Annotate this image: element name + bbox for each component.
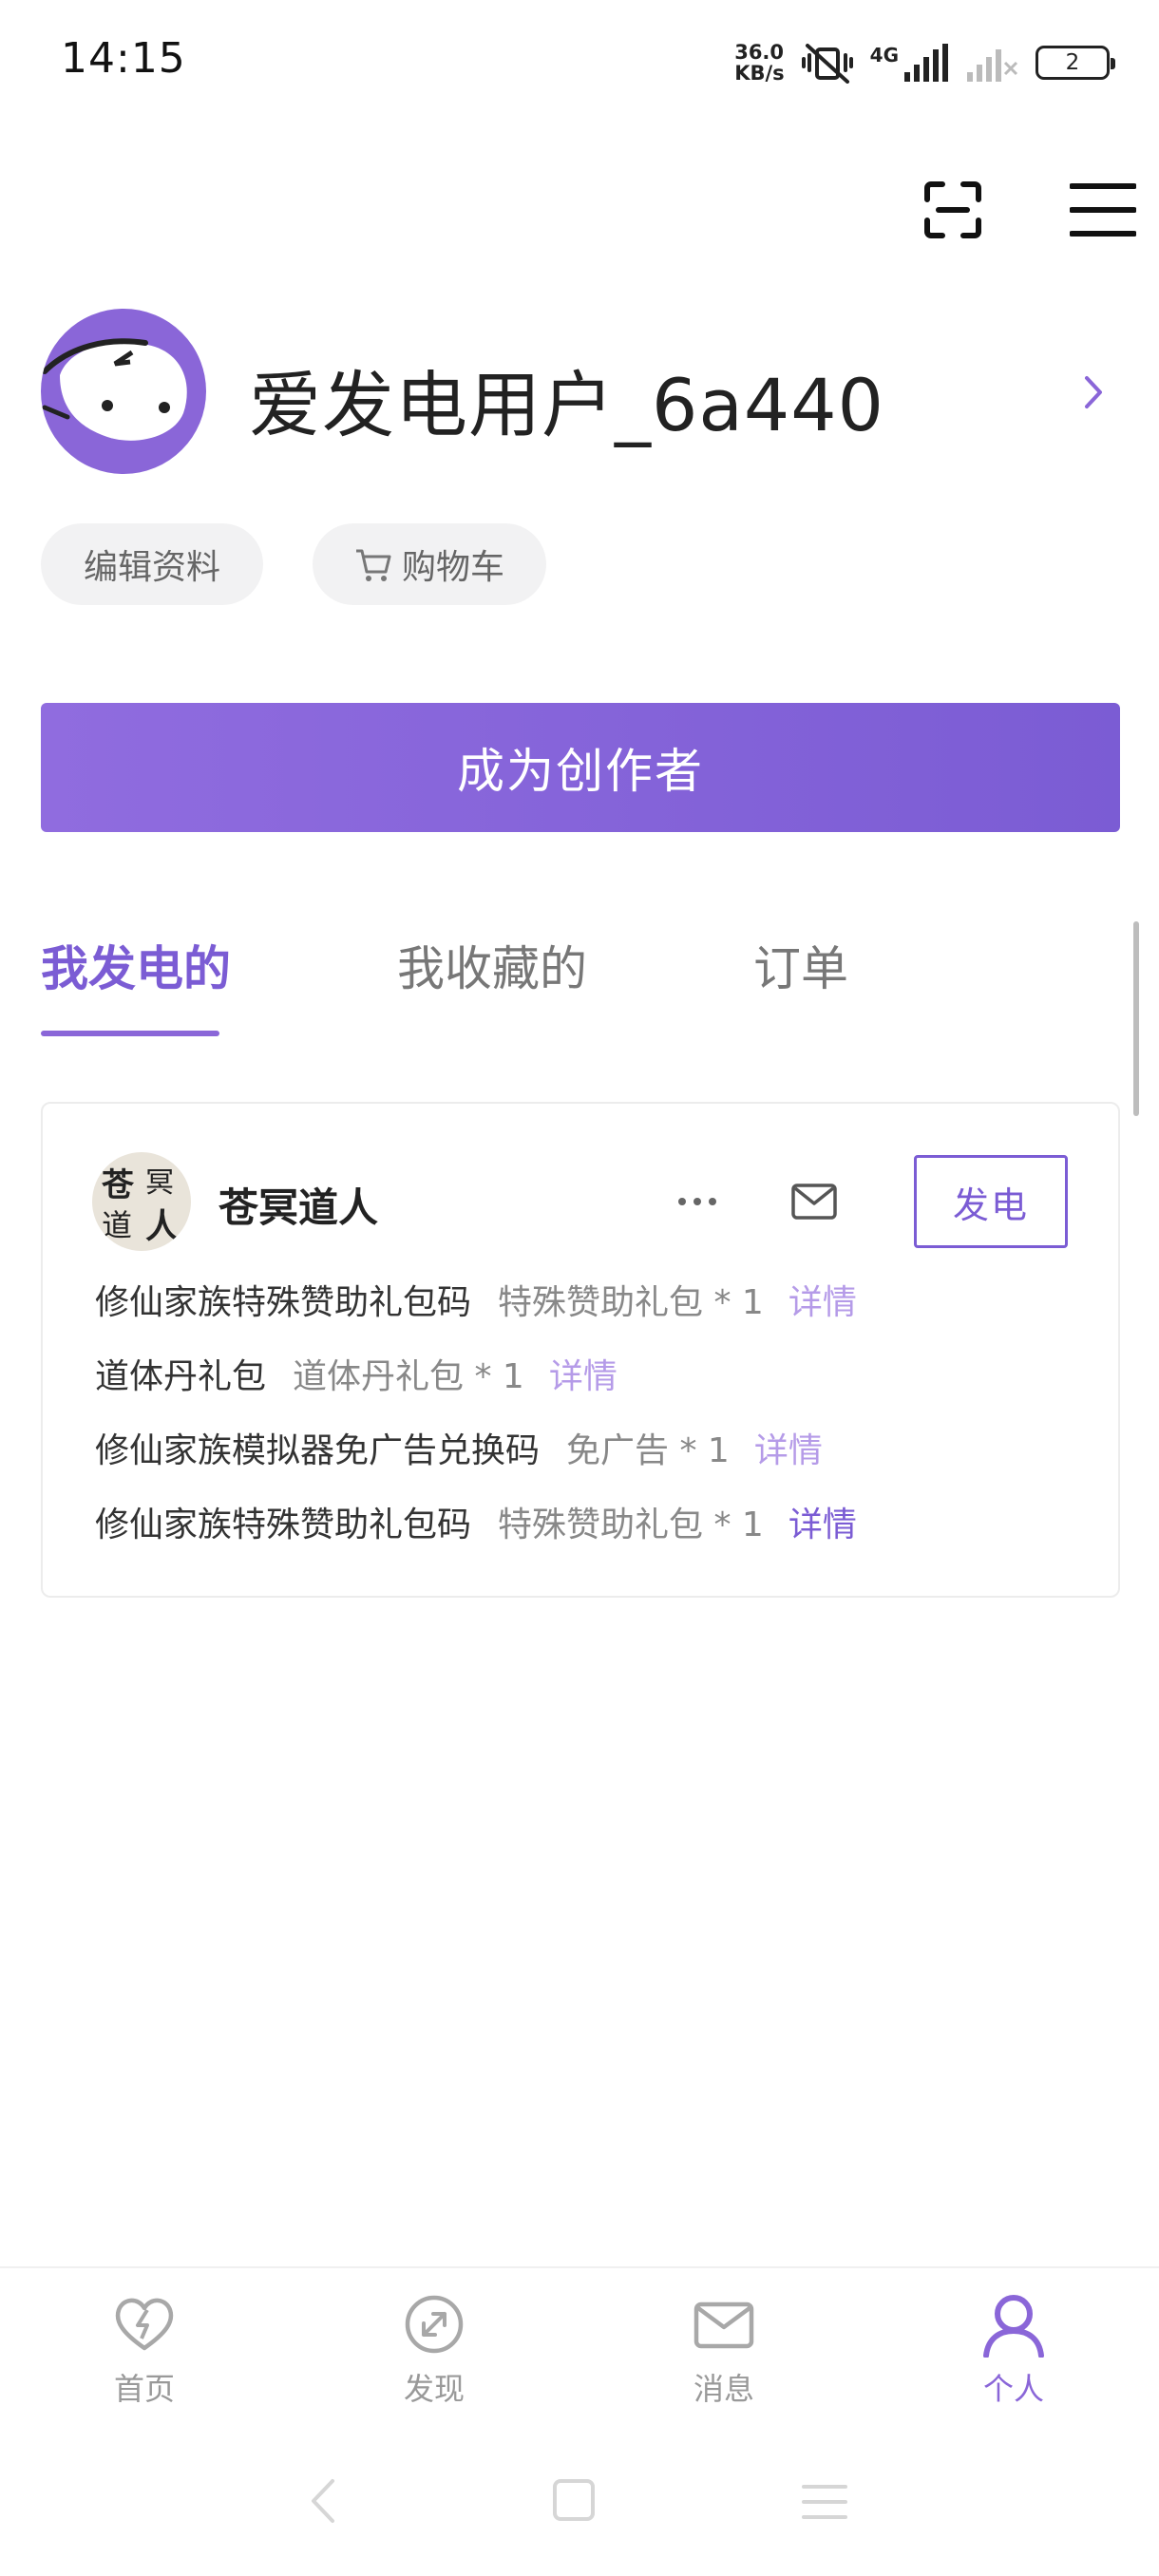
reward-row: 修仙家族模拟器免广告兑换码 免广告 * 1 详情 <box>95 1421 823 1474</box>
scrollbar[interactable] <box>1133 921 1139 1116</box>
tab-active-indicator <box>41 1031 219 1036</box>
system-menu-icon[interactable] <box>800 2481 849 2523</box>
reward-row: 道体丹礼包 道体丹礼包 * 1 详情 <box>95 1347 618 1400</box>
reward-detail-link[interactable]: 详情 <box>788 1497 857 1546</box>
calligraphy-avatar: 苍 冥 道 人 <box>102 1166 180 1246</box>
status-icons: 36.0 KB/s 4G 2 <box>734 38 1115 87</box>
menu-icon[interactable] <box>1070 180 1136 239</box>
bottom-nav-divider <box>0 2266 1159 2268</box>
reward-detail-link[interactable]: 详情 <box>788 1275 857 1324</box>
cart-icon <box>355 549 391 581</box>
power-button[interactable]: 发电 <box>914 1155 1068 1248</box>
tab-orders[interactable]: 订单 <box>753 931 848 999</box>
tab-powered[interactable]: 我发电的 <box>41 931 231 999</box>
svg-text:冥: 冥 <box>145 1166 174 1200</box>
avatar[interactable] <box>41 309 206 474</box>
person-icon <box>983 2295 1044 2358</box>
creator-name[interactable]: 苍冥道人 <box>218 1176 378 1234</box>
heart-bolt-icon <box>115 2298 174 2351</box>
mail-icon <box>694 2301 754 2349</box>
tab-favorites[interactable]: 我收藏的 <box>397 931 587 999</box>
signal-weak-icon <box>967 49 1018 82</box>
reward-row: 修仙家族特殊赞助礼包码 特殊赞助礼包 * 1 详情 <box>95 1495 857 1548</box>
message-icon[interactable] <box>790 1181 838 1222</box>
reward-row: 修仙家族特殊赞助礼包码 特殊赞助礼包 * 1 详情 <box>95 1273 857 1326</box>
scan-icon[interactable] <box>923 180 982 239</box>
network-speed: 36.0 KB/s <box>734 41 785 85</box>
become-creator-button[interactable]: 成为创作者 <box>41 703 1120 832</box>
compass-icon <box>405 2295 464 2354</box>
signal-icon <box>904 44 948 82</box>
edit-profile-button[interactable]: 编辑资料 <box>41 523 263 605</box>
reward-detail-link[interactable]: 详情 <box>549 1349 618 1398</box>
status-time: 14:15 <box>61 34 186 83</box>
creator-avatar[interactable]: 苍 冥 道 人 <box>92 1152 191 1251</box>
system-home-icon[interactable] <box>551 2477 597 2523</box>
cart-label: 购物车 <box>401 548 504 587</box>
more-icon[interactable] <box>674 1184 720 1219</box>
username[interactable]: 爱发电用户_6a440 <box>249 347 884 451</box>
mute-vibrate-icon <box>801 44 853 84</box>
chevron-right-icon[interactable] <box>1079 369 1108 416</box>
system-back-icon[interactable] <box>304 2475 342 2527</box>
nav-discover[interactable]: 发现 <box>339 2291 529 2409</box>
reward-detail-link[interactable]: 详情 <box>754 1423 823 1472</box>
nav-messages[interactable]: 消息 <box>629 2291 819 2409</box>
battery-icon: 2 <box>1036 46 1115 80</box>
edit-profile-label: 编辑资料 <box>83 548 220 587</box>
cart-button[interactable]: 购物车 <box>313 523 546 605</box>
nav-home[interactable]: 首页 <box>49 2291 239 2409</box>
nav-profile[interactable]: 个人 <box>919 2291 1109 2409</box>
avatar-mascot-icon <box>42 338 187 441</box>
svg-text:苍: 苍 <box>102 1166 135 1204</box>
network-type: 4G <box>869 44 899 66</box>
